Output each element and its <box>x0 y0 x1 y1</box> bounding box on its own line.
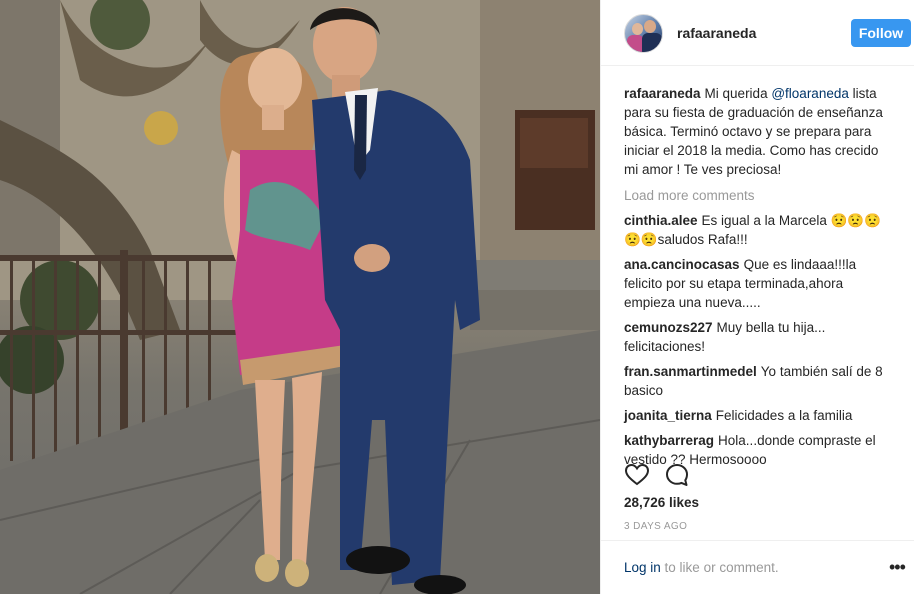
post-timestamp[interactable]: 3 DAYS AGO <box>624 521 687 532</box>
avatar[interactable] <box>624 14 663 53</box>
username-link[interactable]: rafaaraneda <box>677 25 756 41</box>
comment-item: cinthia.alee Es igual a la Marcela 😟😟😟😟😟s… <box>624 211 894 249</box>
caption-username[interactable]: rafaaraneda <box>624 86 701 101</box>
post-header: rafaaraneda Follow <box>601 0 914 66</box>
comment-item: fran.sanmartinmedel Yo también salí de 8 … <box>624 362 894 400</box>
comment-text: Felicidades a la familia <box>715 408 853 423</box>
comment-username[interactable]: cemunozs227 <box>624 320 713 335</box>
caption-text-before: Mi querida <box>704 86 772 101</box>
comment-username[interactable]: fran.sanmartinmedel <box>624 364 757 379</box>
login-prompt: Log in to like or comment. <box>624 560 779 575</box>
gold-ornament <box>144 111 178 145</box>
login-link[interactable]: Log in <box>624 560 661 575</box>
post-photo[interactable] <box>0 0 600 594</box>
load-more-comments-button[interactable]: Load more comments <box>624 186 894 205</box>
post-image-illustration <box>0 0 600 594</box>
comment-item: joanita_tierna Felicidades a la familia <box>624 406 894 425</box>
likes-count[interactable]: 28,726 likes <box>624 495 699 510</box>
caption-mention-link[interactable]: @floaraneda <box>771 86 849 101</box>
follow-button[interactable]: Follow <box>851 19 911 47</box>
comment-username[interactable]: kathybarrerag <box>624 433 714 448</box>
post-actions <box>624 462 894 488</box>
post-side-panel: rafaaraneda Follow rafaaraneda Mi querida… <box>600 0 914 594</box>
heart-outline-icon[interactable] <box>624 462 650 488</box>
comment-item: ana.cancinocasas Que es lindaaa!!!la feli… <box>624 255 894 312</box>
comment-username[interactable]: joanita_tierna <box>624 408 712 423</box>
post-footer: Log in to like or comment. ••• <box>601 540 914 594</box>
comment-username[interactable]: ana.cancinocasas <box>624 257 740 272</box>
ellipsis-icon[interactable]: ••• <box>889 558 906 576</box>
login-suffix: to like or comment. <box>660 560 779 575</box>
comment-item: cemunozs227 Muy bella tu hija... felicita… <box>624 318 894 356</box>
comment-list: rafaaraneda Mi querida @floaraneda lista … <box>624 84 894 475</box>
speech-bubble-icon[interactable] <box>664 462 690 488</box>
post-caption: rafaaraneda Mi querida @floaraneda lista … <box>624 84 894 179</box>
comment-username[interactable]: cinthia.alee <box>624 213 698 228</box>
